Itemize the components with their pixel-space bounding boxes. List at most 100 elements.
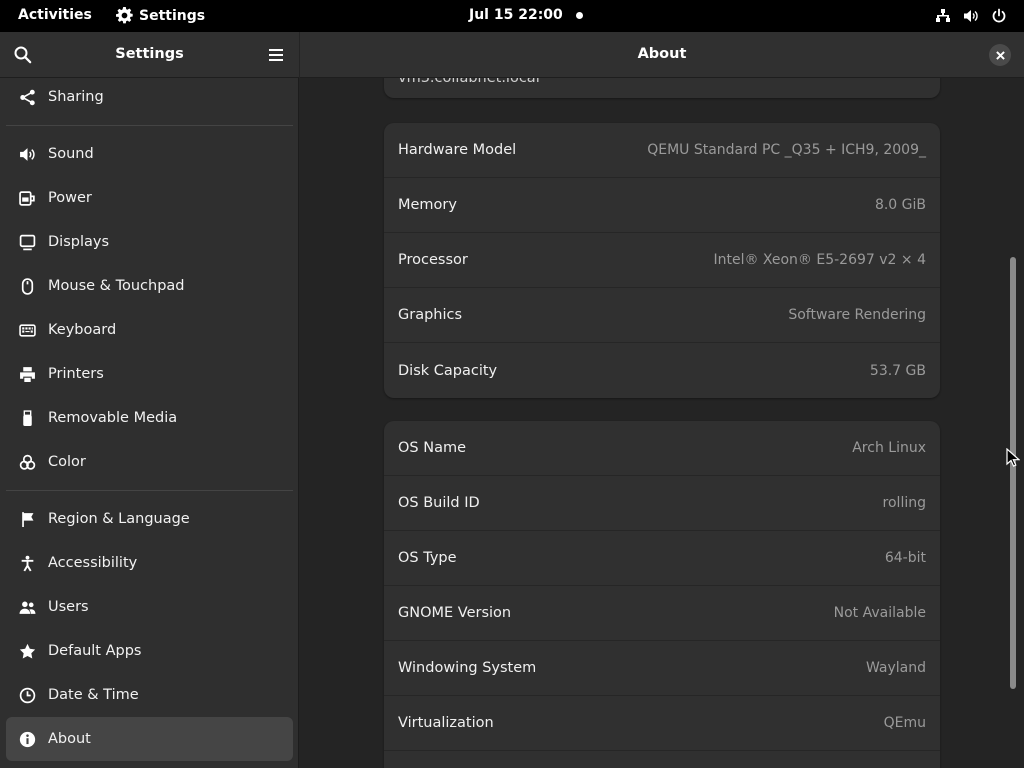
sound-icon (18, 145, 36, 163)
sidebar-item-label: Default Apps (48, 643, 142, 659)
info-row[interactable]: Disk Capacity 53.7 GB (384, 343, 940, 398)
sidebar-item-power[interactable]: Power (6, 176, 293, 220)
sidebar-item-keyboard[interactable]: Keyboard (6, 308, 293, 352)
sidebar-item-date-time[interactable]: Date & Time (6, 673, 293, 717)
info-row: Windowing System Wayland (384, 641, 940, 696)
row-value: Wayland (865, 660, 926, 676)
sidebar-item-label: Keyboard (48, 322, 117, 338)
sidebar-item-label: Color (48, 454, 86, 470)
row-label: Memory (398, 197, 457, 213)
row-value: QEMU Standard PC _Q35 + ICH9, 2009_ (647, 142, 926, 158)
clock-icon (18, 686, 36, 704)
row-value: 8.0 GiB (874, 197, 926, 213)
color-icon (18, 453, 36, 471)
system-tray[interactable] (934, 7, 1008, 25)
info-icon (18, 730, 36, 748)
sidebar-item-about[interactable]: About (6, 717, 293, 761)
sidebar-item-region-language[interactable]: Region & Language (6, 497, 293, 541)
row-label: OS Type (398, 550, 457, 566)
row-label: Windowing System (398, 660, 537, 676)
sidebar-header: Settings (0, 32, 299, 78)
info-row: Graphics Software Rendering (384, 288, 940, 343)
sidebar-item-label: Sharing (48, 89, 104, 105)
volume-icon[interactable] (962, 7, 980, 25)
sidebar-item-removable-media[interactable]: Removable Media (6, 396, 293, 440)
row-value: Arch Linux (852, 440, 926, 456)
info-row: GNOME Version Not Available (384, 586, 940, 641)
sidebar-item-label: About (48, 731, 91, 747)
sidebar-item-label: Sound (48, 146, 94, 162)
sidebar-item-default-apps[interactable]: Default Apps (6, 629, 293, 673)
about-content: vm3.collabnet.local Hardware Model QEMU S… (300, 78, 1024, 768)
sidebar-item-sound[interactable]: Sound (6, 132, 293, 176)
network-icon[interactable] (934, 7, 952, 25)
row-value: Not Available (833, 605, 926, 621)
info-row: OS Build ID rolling (384, 476, 940, 531)
usb-icon (18, 409, 36, 427)
row-value: Software Rendering (788, 307, 926, 323)
divider (6, 490, 293, 491)
device-name-value: vm3.collabnet.local (398, 78, 540, 86)
clock[interactable]: Jul 15 22:00 (469, 7, 563, 23)
info-row: Hardware Model QEMU Standard PC _Q35 + IC… (384, 123, 940, 178)
device-name-row[interactable]: vm3.collabnet.local (384, 78, 940, 98)
scroll-thumb[interactable] (1010, 257, 1016, 689)
sidebar-title: Settings (115, 46, 184, 62)
main-header: About (300, 32, 1024, 78)
printer-icon (18, 365, 36, 383)
sidebar-item-label: Mouse & Touchpad (48, 278, 185, 294)
page-title: About (637, 46, 687, 62)
scrollbar[interactable] (1009, 87, 1017, 763)
sidebar-item-printers[interactable]: Printers (6, 352, 293, 396)
row-label: Processor (398, 252, 468, 268)
power-icon (18, 189, 36, 207)
sidebar-item-displays[interactable]: Displays (6, 220, 293, 264)
app-menu[interactable]: Settings (116, 7, 205, 24)
star-icon (18, 642, 36, 660)
sidebar-item-label: Users (48, 599, 89, 615)
row-label: Virtualization (398, 715, 494, 731)
sidebar-item-label: Date & Time (48, 687, 139, 703)
close-button[interactable] (989, 44, 1011, 66)
sidebar-item-mouse[interactable]: Mouse & Touchpad (6, 264, 293, 308)
sidebar-item-users[interactable]: Users (6, 585, 293, 629)
row-label: GNOME Version (398, 605, 512, 621)
divider (6, 125, 293, 126)
row-value: QEmu (883, 715, 926, 731)
row-value: 64-bit (884, 550, 926, 566)
activities-button[interactable]: Activities (18, 7, 92, 23)
mouse-icon (18, 277, 36, 295)
sidebar-item-label: Displays (48, 234, 110, 250)
sidebar-item-accessibility[interactable]: Accessibility (6, 541, 293, 585)
sidebar-item-label: Removable Media (48, 410, 178, 426)
sidebar-nav: Sharing Sound Power Displays Mouse & Tou… (6, 75, 293, 761)
row-value: 53.7 GB (869, 362, 926, 379)
row-label: OS Name (398, 440, 467, 456)
display-icon (18, 233, 36, 251)
gear-icon (116, 7, 133, 24)
sidebar-item-color[interactable]: Color (6, 440, 293, 484)
share-icon (18, 88, 36, 106)
info-row: OS Name Arch Linux (384, 421, 940, 476)
row-value: rolling (882, 495, 926, 511)
row-label: Hardware Model (398, 142, 517, 158)
mouse-cursor-icon (1006, 448, 1020, 467)
flag-icon (18, 510, 36, 528)
power-icon[interactable] (990, 7, 1008, 25)
settings-window: Settings Sharing Sound Power Displays Mo… (0, 32, 1024, 768)
accessibility-icon (18, 554, 36, 572)
row-label: OS Build ID (398, 495, 480, 511)
keyboard-icon (18, 321, 36, 339)
users-icon (18, 598, 36, 616)
sidebar-item-label: Power (48, 190, 92, 206)
close-icon (995, 50, 1005, 60)
row-value: Intel® Xeon® E5-2697 v2 × 4 (713, 252, 926, 268)
hamburger-menu-icon[interactable] (266, 46, 286, 64)
notification-dot (576, 12, 583, 19)
row-label: Graphics (398, 307, 463, 323)
sidebar-item-label: Region & Language (48, 511, 190, 527)
info-row: Processor Intel® Xeon® E5-2697 v2 × 4 (384, 233, 940, 288)
app-name: Settings (139, 7, 206, 24)
sidebar-item-sharing[interactable]: Sharing (6, 75, 293, 119)
os-card: OS Name Arch Linux OS Build ID rolling OS … (384, 421, 940, 768)
